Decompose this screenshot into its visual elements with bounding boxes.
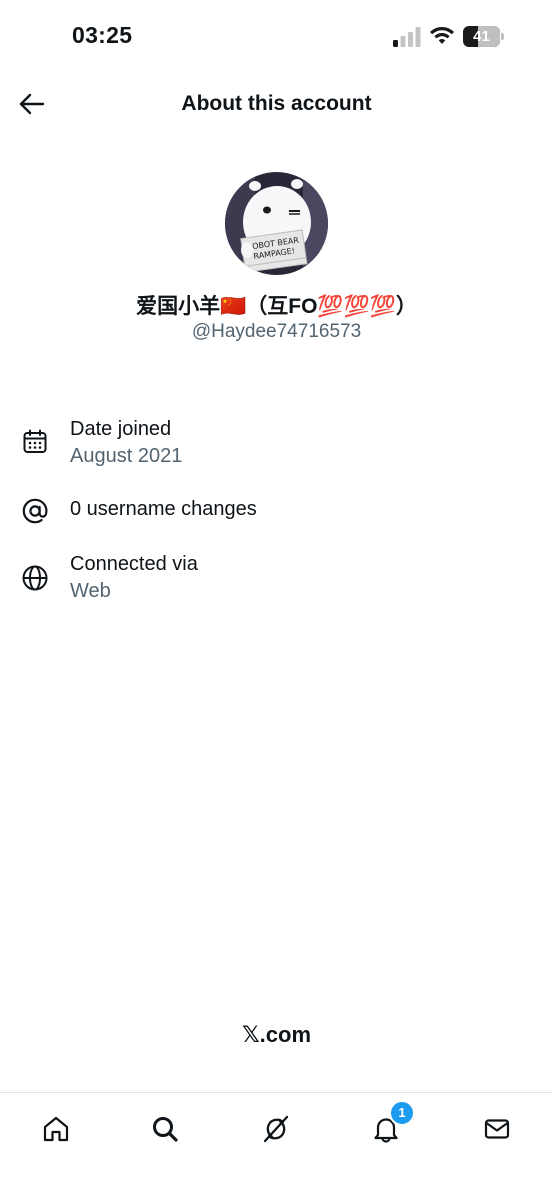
calendar-icon	[23, 429, 47, 453]
battery-tip	[501, 33, 504, 40]
connected-via-label: Connected via	[70, 553, 198, 575]
username-changes-label: 0 username changes	[70, 498, 257, 520]
connected-via-value: Web	[70, 580, 111, 602]
date-joined-row: Date joined August 2021	[0, 415, 553, 475]
status-time: 03:25	[72, 22, 133, 48]
avatar[interactable]: ROBOT BEAR RAMPAGE!	[225, 172, 328, 275]
battery-body: 41	[463, 26, 500, 47]
notification-badge: 1	[389, 1100, 415, 1126]
cellular-signal-icon	[393, 27, 421, 47]
search-icon	[153, 1117, 178, 1142]
tab-messages[interactable]	[475, 1107, 519, 1151]
username-handle: @Haydee74716573	[191, 321, 362, 342]
site-link[interactable]: 𝕏.com	[0, 1022, 553, 1048]
home-icon	[43, 1116, 69, 1142]
page-title: About this account	[181, 92, 372, 115]
avatar-image: ROBOT BEAR RAMPAGE!	[225, 172, 328, 275]
status-bar: 03:25 41	[0, 0, 553, 76]
at-sign-icon	[22, 498, 48, 524]
display-name: 爱国小羊🇨🇳（互FO💯💯💯）	[136, 295, 417, 318]
wifi-icon	[430, 27, 454, 44]
globe-icon	[22, 565, 48, 591]
mail-icon	[484, 1119, 510, 1139]
header: About this account	[0, 76, 553, 134]
battery-indicator: 41	[463, 26, 505, 47]
tab-home[interactable]	[34, 1107, 78, 1151]
connected-via-row: Connected via Web	[0, 550, 553, 610]
grok-icon	[263, 1115, 289, 1143]
bottom-tab-bar: 1	[0, 1092, 553, 1200]
tab-grok[interactable]	[254, 1107, 298, 1151]
username-changes-row: 0 username changes	[0, 494, 553, 530]
date-joined-label: Date joined	[70, 418, 172, 440]
date-joined-value: August 2021	[70, 445, 183, 467]
tab-search[interactable]	[143, 1107, 187, 1151]
battery-level: 41	[473, 28, 490, 45]
